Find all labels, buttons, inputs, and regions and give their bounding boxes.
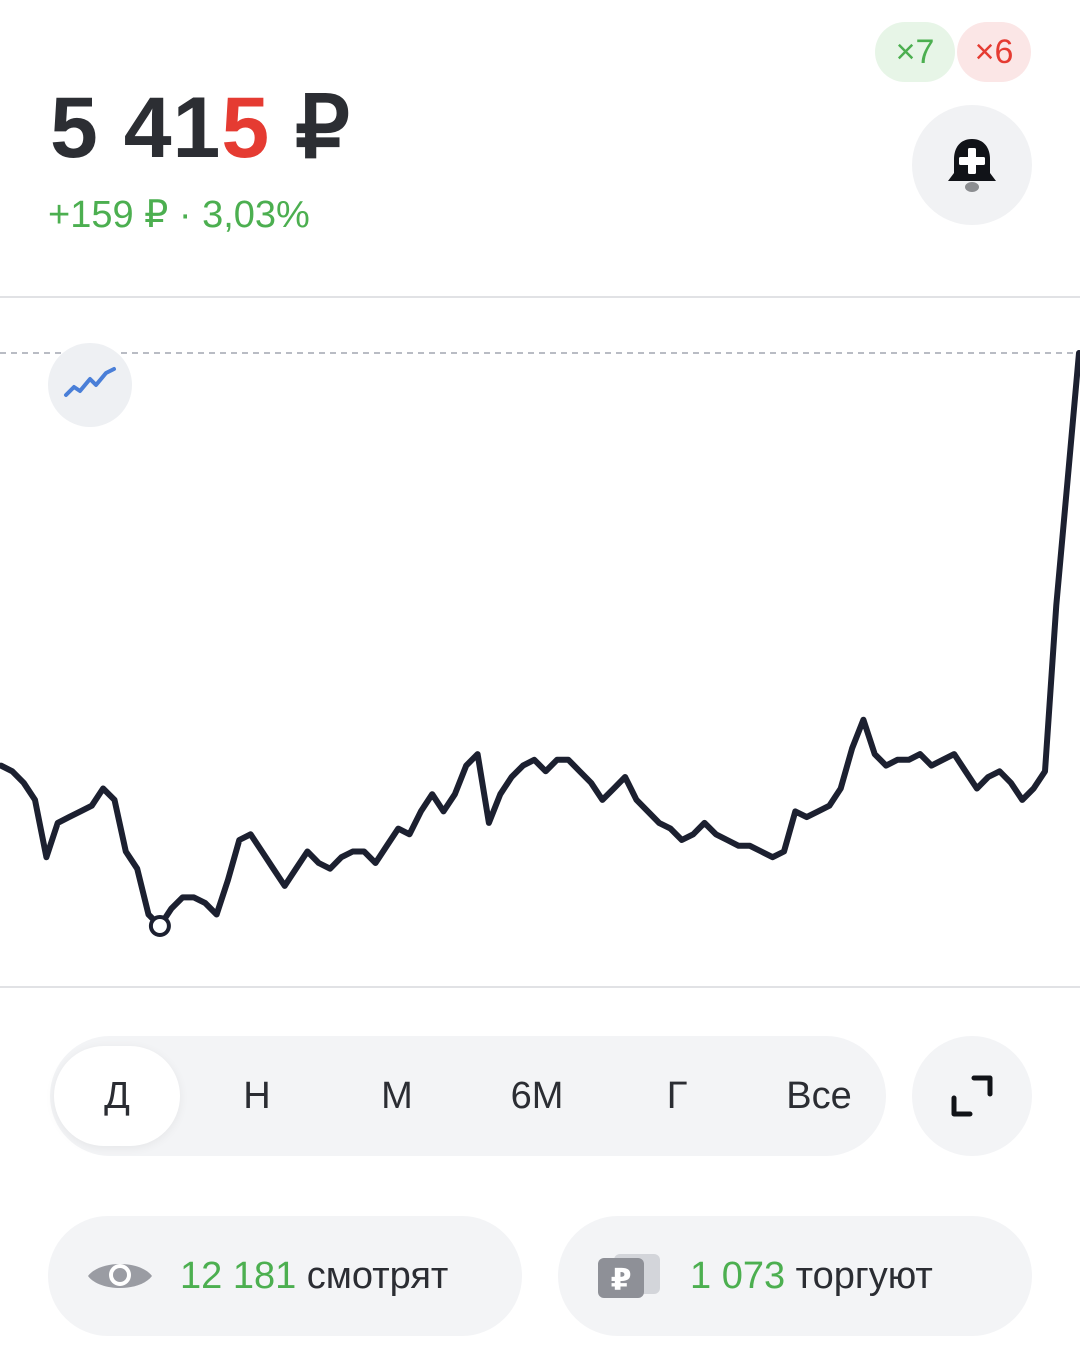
- fullscreen-button[interactable]: [912, 1036, 1032, 1156]
- period-month[interactable]: М: [334, 1046, 460, 1146]
- period-6-months[interactable]: 6М: [474, 1046, 600, 1146]
- watchers-text: 12 181 смотрят: [180, 1216, 448, 1336]
- price-alert-button[interactable]: [912, 105, 1032, 225]
- svg-text:₽: ₽: [611, 1263, 632, 1298]
- price-currency: ₽: [295, 80, 351, 176]
- bell-plus-icon: [948, 139, 996, 192]
- chart-bottom-divider: [0, 986, 1080, 988]
- badge-down[interactable]: ×6: [957, 22, 1031, 82]
- traders-stat[interactable]: ₽ 1 073 торгуют: [558, 1216, 1032, 1336]
- badge-up[interactable]: ×7: [875, 22, 955, 82]
- expand-icon: [951, 1075, 993, 1117]
- chart-canvas: [0, 350, 1080, 937]
- period-year[interactable]: Г: [614, 1046, 740, 1146]
- period-all[interactable]: Все: [756, 1046, 882, 1146]
- traders-count: 1 073: [690, 1255, 786, 1297]
- low-point-marker: [148, 915, 171, 937]
- line-chart-icon: [64, 367, 116, 397]
- price-last-digit: 5: [221, 80, 271, 176]
- period-day[interactable]: Д: [54, 1046, 180, 1146]
- watchers-stat[interactable]: 12 181 смотрят: [48, 1216, 522, 1336]
- watchers-label: смотрят: [296, 1255, 449, 1297]
- period-selector: Д Н М 6М Г Все: [50, 1036, 886, 1156]
- price-chart[interactable]: [0, 298, 1080, 986]
- chart-type-button[interactable]: [48, 343, 132, 427]
- traders-text: 1 073 торгуют: [690, 1216, 933, 1336]
- chart-series-line: [0, 350, 1080, 929]
- eye-icon: [88, 1264, 152, 1288]
- watchers-count: 12 181: [180, 1255, 297, 1297]
- ruble-wallet-icon: ₽: [598, 1254, 660, 1298]
- current-price: 5 415 ₽: [50, 78, 351, 178]
- price-main: 5 41: [50, 80, 222, 176]
- price-change: +159 ₽ · 3,03%: [48, 194, 310, 236]
- traders-label: торгуют: [785, 1255, 933, 1297]
- period-week[interactable]: Н: [194, 1046, 320, 1146]
